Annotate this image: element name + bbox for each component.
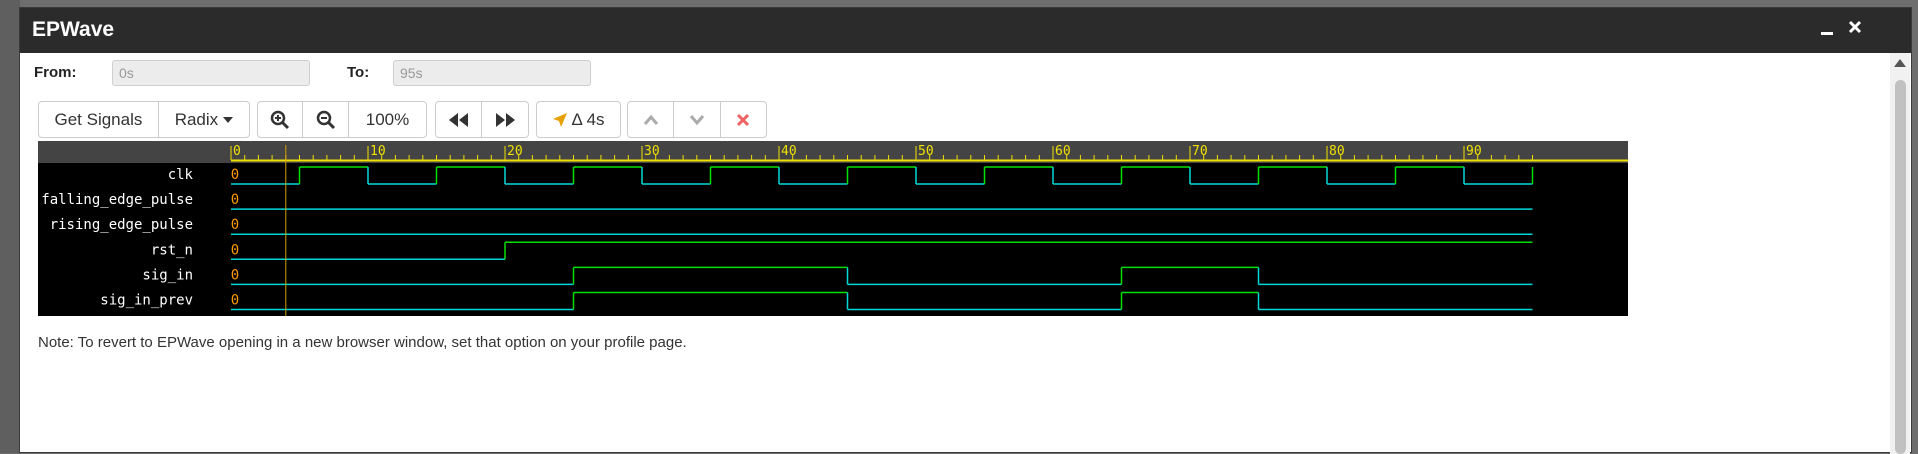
- caret-down-icon: [223, 116, 234, 123]
- fast-forward-button[interactable]: [482, 102, 528, 137]
- cursor-delta-button[interactable]: Δ 4s: [537, 102, 620, 137]
- waveform-viewer: 0 10 20 30 40 50 60 70 80 90 clk 0 falling_edge_pul…: [38, 141, 1628, 316]
- ruler-tick-label: 30: [644, 144, 660, 159]
- ruler-tick-label: 60: [1055, 144, 1071, 159]
- cursor-delta-group: Δ 4s: [536, 101, 621, 138]
- zoom-out-icon: [316, 110, 335, 129]
- scrollbar-thumb[interactable]: [1895, 80, 1906, 454]
- delete-x-icon: [737, 113, 750, 126]
- ruler-tick-label: 70: [1192, 144, 1208, 159]
- radix-dropdown[interactable]: Radix: [159, 102, 249, 137]
- navigation-button-group: [435, 101, 529, 138]
- ruler-tick-label: 20: [507, 144, 523, 159]
- rewind-icon: [448, 112, 468, 127]
- signal-value: 0: [231, 217, 239, 233]
- cursor-arrow-icon: [553, 112, 568, 127]
- ruler-tick-label: 50: [918, 144, 934, 159]
- ruler-tick-label: 90: [1466, 144, 1482, 159]
- chevron-down-icon: [689, 114, 705, 125]
- previous-edge-button[interactable]: [628, 102, 675, 137]
- window-title: EPWave: [32, 18, 115, 41]
- next-edge-button[interactable]: [674, 102, 721, 137]
- signal-name-sig-in-prev[interactable]: sig_in_prev: [100, 293, 193, 309]
- to-label: To:: [347, 64, 370, 81]
- zoom-level-button[interactable]: 100%: [349, 102, 426, 137]
- to-input[interactable]: [393, 60, 591, 86]
- chevron-up-icon: [643, 114, 658, 125]
- minimize-icon[interactable]: [1814, 16, 1840, 44]
- background-page: [0, 0, 20, 453]
- signal-name-rising-edge-pulse[interactable]: rising_edge_pulse: [50, 217, 193, 233]
- scroll-up-arrow-icon[interactable]: [1894, 59, 1906, 67]
- from-input[interactable]: [112, 60, 310, 86]
- signal-value: 0: [231, 293, 239, 309]
- from-label: From:: [34, 64, 77, 81]
- signal-value: 0: [231, 167, 239, 183]
- delta-label: Δ 4s: [571, 109, 605, 129]
- zoom-level-label: 100%: [365, 109, 410, 129]
- zoom-button-group: 100%: [257, 101, 427, 138]
- signal-name-clk[interactable]: clk: [168, 167, 194, 183]
- ruler-tick-label: 80: [1329, 144, 1345, 159]
- signal-name-rst-n[interactable]: rst_n: [151, 242, 193, 258]
- signal-name-falling-edge-pulse[interactable]: falling_edge_pulse: [41, 192, 193, 208]
- close-icon[interactable]: [1842, 16, 1868, 44]
- rewind-button[interactable]: [436, 102, 483, 137]
- title-bar: EPWave: [20, 8, 1911, 53]
- radix-label: Radix: [174, 109, 219, 129]
- signals-button-group: Get Signals Radix: [38, 101, 250, 138]
- remove-signal-button[interactable]: [721, 102, 766, 137]
- ruler-tick-label: 0: [233, 144, 241, 159]
- zoom-in-button[interactable]: [258, 102, 304, 137]
- signal-value: 0: [231, 192, 239, 208]
- ruler-tick-label: 40: [781, 144, 797, 159]
- signal-value: 0: [231, 242, 239, 258]
- get-signals-label: Get Signals: [54, 109, 143, 129]
- waveform-canvas[interactable]: 0 10 20 30 40 50 60 70 80 90 clk 0 falling_edge_pul…: [38, 141, 1628, 316]
- waveform-background: [38, 141, 1628, 316]
- zoom-in-icon: [270, 110, 290, 129]
- signal-name-sig-in[interactable]: sig_in: [142, 267, 193, 283]
- fast-forward-icon: [496, 112, 515, 127]
- ruler-tick-label: 10: [370, 144, 386, 159]
- get-signals-button[interactable]: Get Signals: [39, 102, 159, 137]
- signal-value: 0: [231, 267, 239, 283]
- epwave-dialog: EPWave From: To: Get Signals Radix: [19, 7, 1912, 454]
- zoom-out-button[interactable]: [303, 102, 349, 137]
- footer-note: Note: To revert to EPWave opening in a n…: [38, 334, 687, 351]
- edge-nav-group: [627, 101, 767, 138]
